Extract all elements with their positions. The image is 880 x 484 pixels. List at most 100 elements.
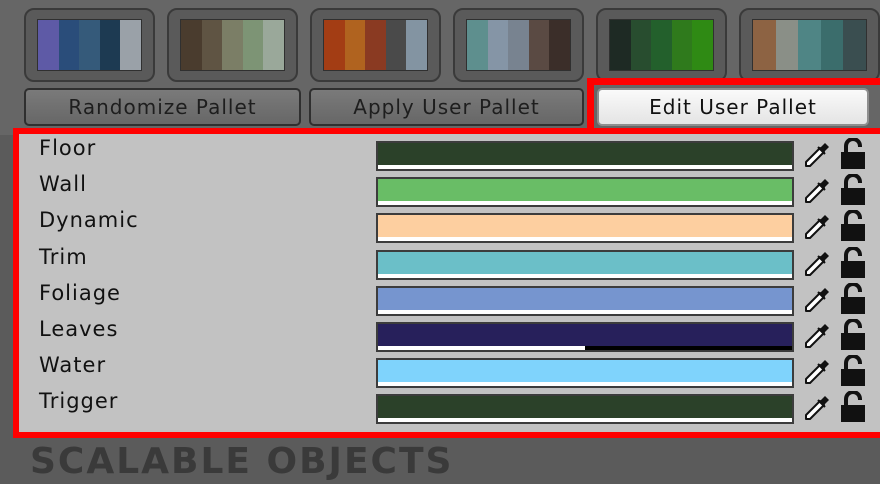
eyedropper-icon[interactable]: [802, 357, 832, 387]
palette-preset-button[interactable]: [167, 8, 298, 82]
palette-swatch: [38, 20, 59, 70]
palette-swatch: [263, 20, 284, 70]
alpha-bar: [378, 201, 792, 206]
palette-swatch: [385, 20, 407, 70]
palette-row-label: Wall: [39, 172, 87, 197]
palette-swatch: [820, 20, 844, 70]
pallet-button-row: Randomize Pallet Apply User Pallet Edit …: [0, 88, 880, 128]
palette-row-label: Foliage: [39, 280, 121, 305]
palette-row: Floor: [19, 134, 880, 171]
unlocked-padlock-icon[interactable]: [839, 137, 867, 170]
palette-row-label: Water: [39, 353, 107, 378]
alpha-bar: [378, 346, 792, 350]
palette-preset-button[interactable]: [24, 8, 155, 82]
palette-swatch: [201, 20, 223, 70]
edit-user-pallet-button[interactable]: Edit User Pallet: [597, 88, 869, 126]
palette-swatch: [324, 20, 345, 70]
palette-swatch: [181, 20, 202, 70]
color-field[interactable]: [376, 358, 794, 389]
palette-swatch: [99, 20, 121, 70]
color-field[interactable]: [376, 394, 794, 425]
randomize-pallet-button[interactable]: Randomize Pallet: [24, 88, 301, 126]
color-value: [378, 360, 792, 383]
color-value: [378, 179, 792, 202]
palette-row: Trigger: [19, 387, 880, 425]
palette-preset-button[interactable]: [453, 8, 584, 82]
eyedropper-icon[interactable]: [802, 176, 832, 206]
unlocked-padlock-icon[interactable]: [839, 209, 867, 242]
palette-swatch: [528, 20, 550, 70]
palette-swatch-strip: [37, 19, 142, 71]
palette-swatch: [692, 20, 713, 70]
color-field[interactable]: [376, 322, 794, 352]
palette-swatch: [671, 20, 693, 70]
user-pallet-editor-panel: Floor Wall Dynamic Trim Foliage Leaves Water Tr…: [13, 128, 880, 438]
palette-row: Foliage: [19, 279, 880, 316]
color-value: [378, 287, 792, 310]
color-value: [378, 251, 792, 274]
color-value: [378, 396, 792, 419]
palette-row-label: Trigger: [39, 389, 119, 414]
palette-swatch: [467, 20, 488, 70]
color-field[interactable]: [376, 285, 794, 316]
palette-swatch: [630, 20, 652, 70]
palette-swatch: [843, 20, 866, 70]
palette-row: Wall: [19, 170, 880, 208]
palette-swatch-strip: [323, 19, 428, 71]
palette-row-label: Dynamic: [39, 208, 139, 233]
palette-row-label: Leaves: [39, 317, 119, 341]
unlocked-padlock-icon[interactable]: [839, 354, 867, 387]
unlocked-padlock-icon[interactable]: [839, 173, 867, 206]
palette-swatch: [79, 20, 100, 70]
color-field[interactable]: [376, 141, 794, 171]
palette-swatch: [508, 20, 529, 70]
palette-swatch: [58, 20, 80, 70]
palette-swatch-strip: [466, 19, 571, 71]
alpha-bar: [378, 418, 792, 423]
palette-swatch: [242, 20, 264, 70]
alpha-bar: [378, 237, 792, 242]
palette-swatch: [406, 20, 427, 70]
alpha-bar: [378, 165, 792, 169]
palette-preset-button[interactable]: [596, 8, 727, 82]
unlocked-padlock-icon[interactable]: [839, 245, 867, 279]
eyedropper-icon[interactable]: [802, 321, 832, 351]
alpha-bar: [378, 382, 792, 387]
eyedropper-icon[interactable]: [802, 212, 832, 242]
palette-swatch: [651, 20, 672, 70]
palette-row: Leaves: [19, 315, 880, 352]
palette-swatch-strip: [180, 19, 285, 71]
palette-swatch-strip: [609, 19, 714, 71]
palette-row-label: Trim: [39, 244, 88, 269]
unlocked-padlock-icon[interactable]: [839, 390, 867, 423]
eyedropper-icon[interactable]: [802, 393, 832, 423]
palette-row-label: Floor: [39, 136, 97, 160]
unlocked-padlock-icon[interactable]: [839, 318, 867, 351]
section-title: SCALABLE OBJECTS: [30, 441, 454, 482]
alpha-bar: [378, 309, 792, 314]
eyedropper-icon[interactable]: [802, 140, 832, 170]
alpha-bar: [378, 273, 792, 278]
eyedropper-icon[interactable]: [802, 249, 832, 279]
color-value: [378, 143, 792, 165]
palette-swatch: [365, 20, 386, 70]
palette-swatch: [222, 20, 243, 70]
palette-preset-button[interactable]: [739, 8, 880, 82]
palette-swatch: [610, 20, 631, 70]
palette-swatch: [775, 20, 799, 70]
palette-swatch: [753, 20, 776, 70]
color-value: [378, 215, 792, 238]
palette-swatch-strip: [752, 19, 867, 71]
palette-swatch: [798, 20, 821, 70]
color-field[interactable]: [376, 249, 794, 280]
palette-preset-row: [24, 8, 880, 84]
palette-preset-button[interactable]: [310, 8, 441, 82]
palette-row: Water: [19, 351, 880, 389]
color-field[interactable]: [376, 213, 794, 244]
unlocked-padlock-icon[interactable]: [839, 281, 867, 315]
apply-user-pallet-button[interactable]: Apply User Pallet: [309, 88, 584, 126]
eyedropper-icon[interactable]: [802, 285, 832, 315]
palette-swatch: [549, 20, 570, 70]
color-field[interactable]: [376, 177, 794, 208]
palette-swatch: [120, 20, 141, 70]
